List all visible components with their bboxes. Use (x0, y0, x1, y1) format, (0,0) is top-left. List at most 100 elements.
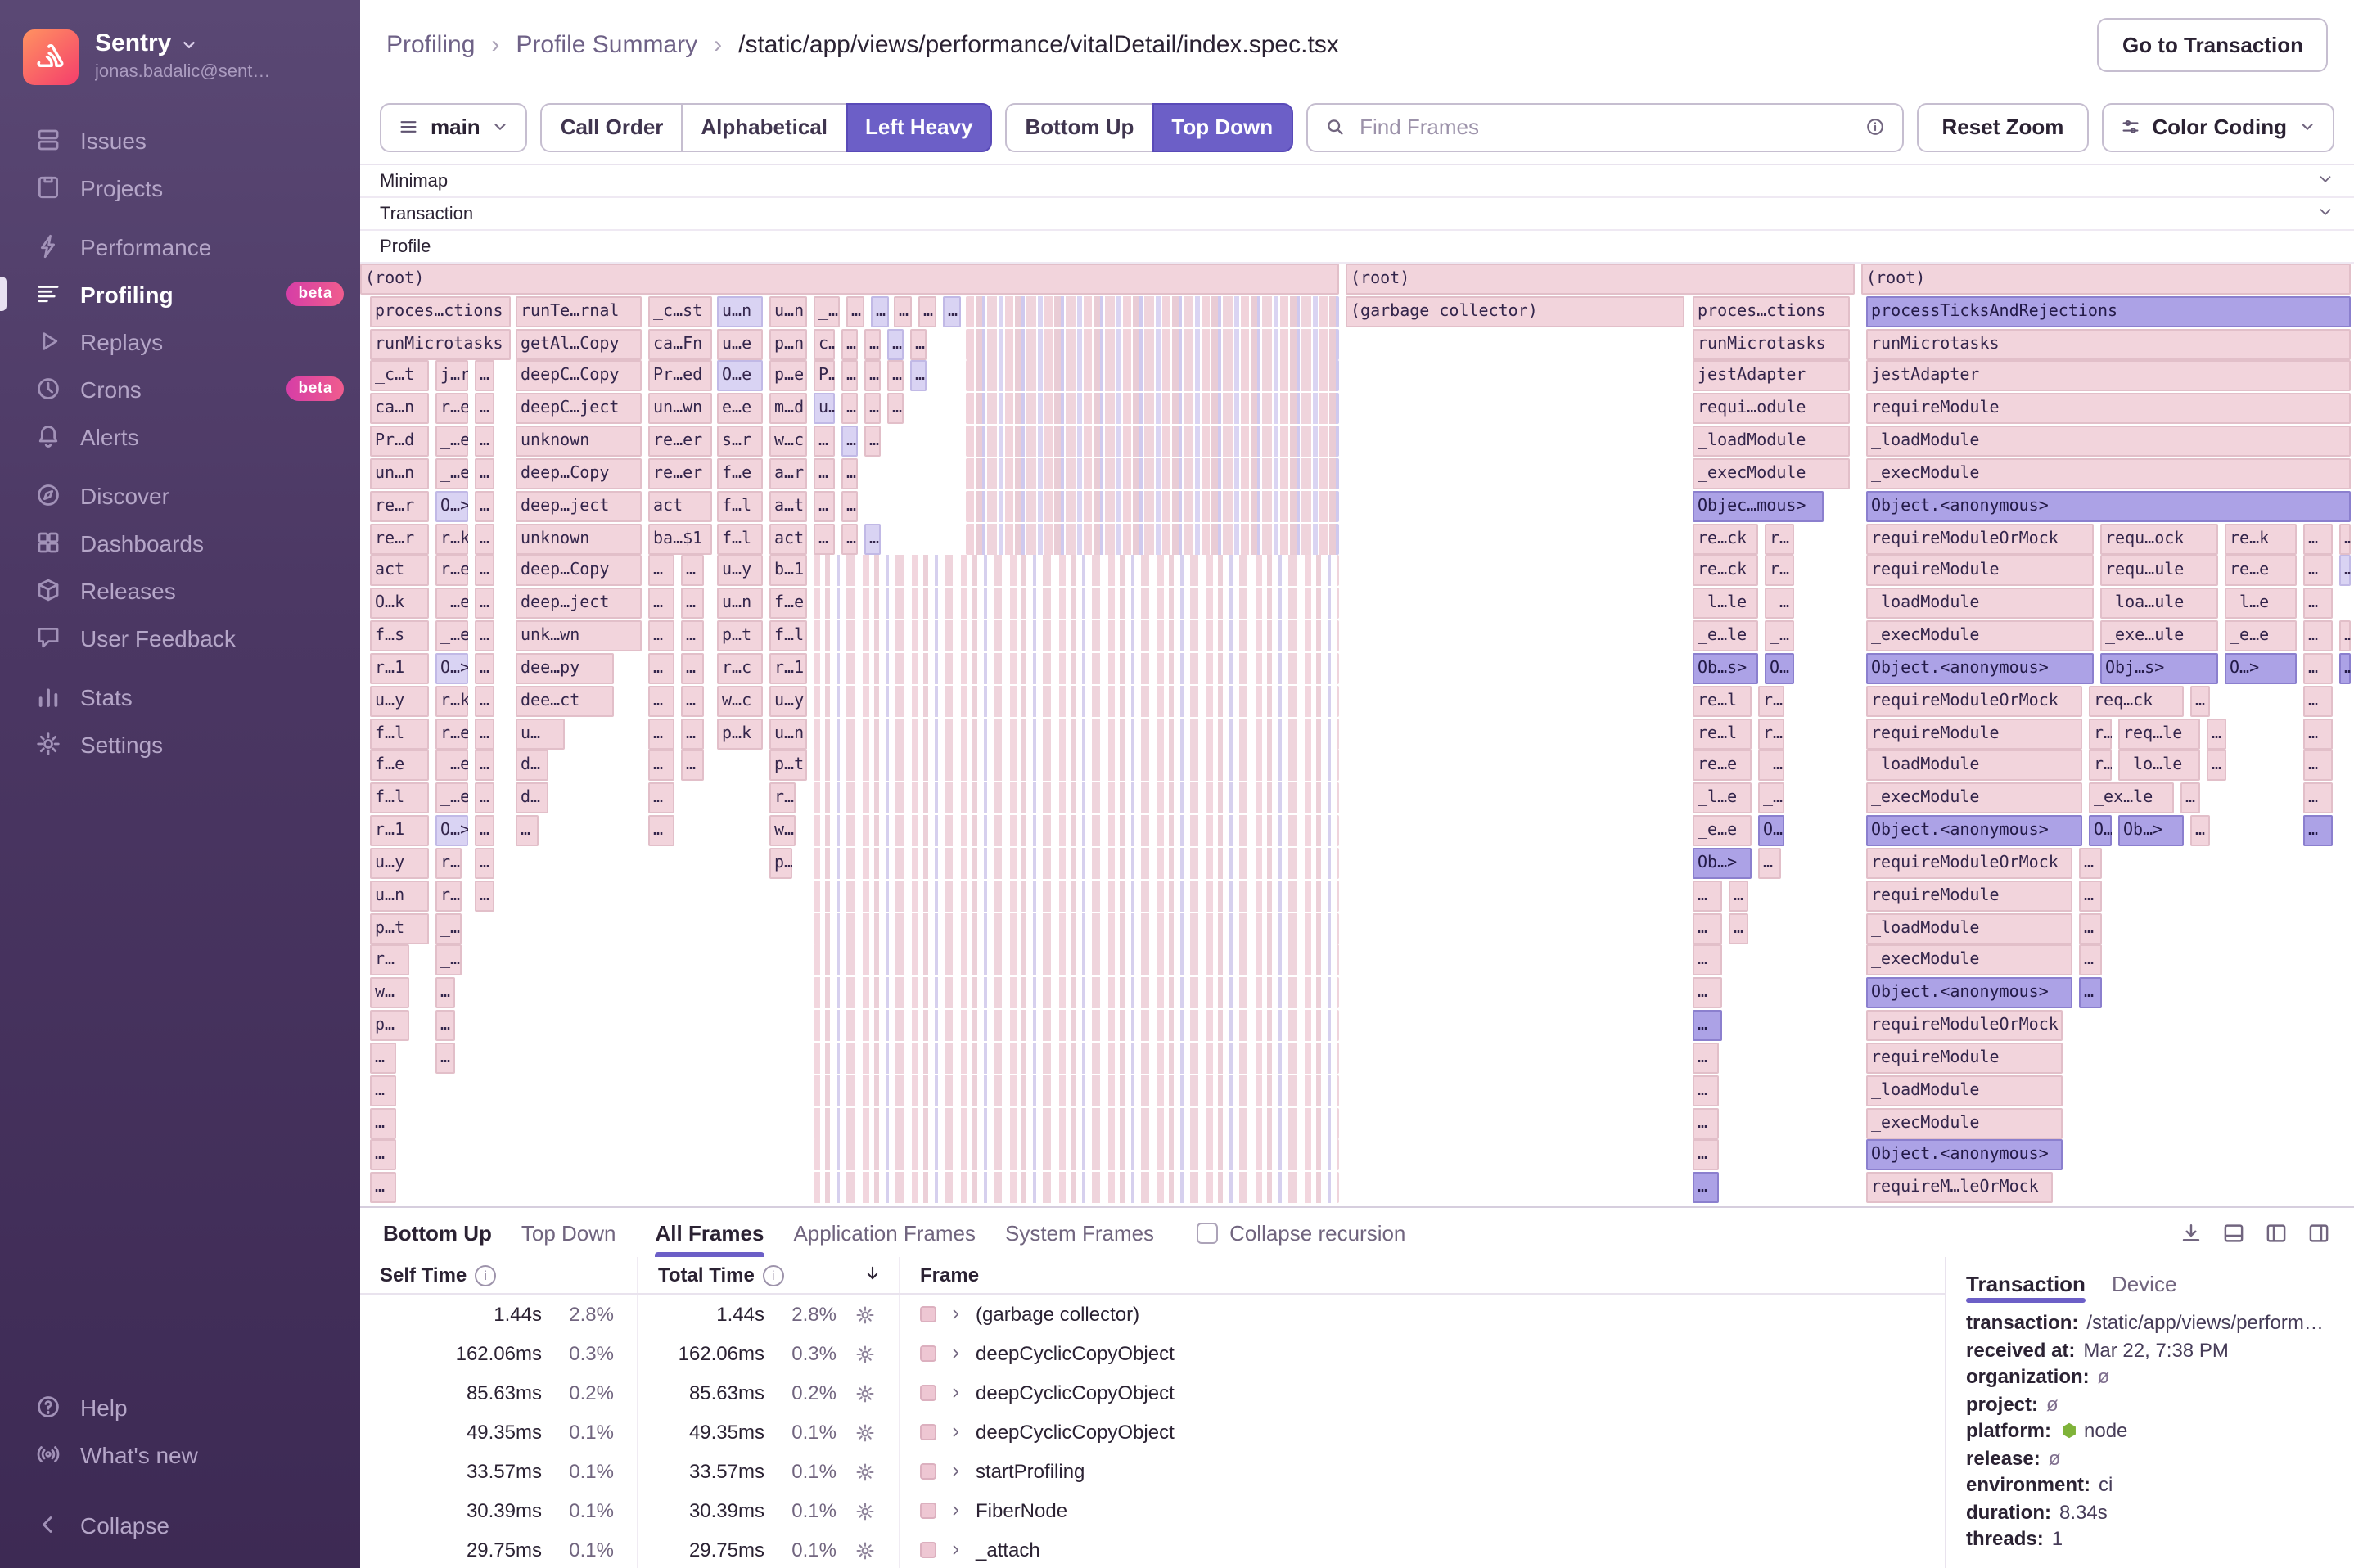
flamegraph-frame[interactable]: … (475, 490, 494, 522)
flamegraph-frame[interactable]: … (475, 880, 494, 912)
flamegraph-frame[interactable]: u…y (717, 555, 763, 587)
flamegraph-frame[interactable]: (root) (360, 264, 1339, 295)
flamegraph-frame[interactable]: req…ck (2089, 685, 2184, 717)
flamegraph-frame[interactable]: u…n (769, 718, 807, 750)
flamegraph-frame[interactable]: _loadModule (1866, 588, 2094, 620)
flamegraph-frame[interactable]: runMicrotasks (1866, 328, 2351, 360)
flamegraph-frame[interactable]: … (475, 750, 494, 782)
flamegraph-frame[interactable]: … (2303, 652, 2333, 684)
flamegraph-frame[interactable]: … (943, 295, 961, 327)
flamegraph-frame[interactable]: … (435, 977, 455, 1009)
flamegraph-frame[interactable]: … (475, 588, 494, 620)
sidebar-item-help[interactable]: Help (0, 1383, 360, 1431)
flamegraph-frame[interactable]: act (370, 555, 429, 587)
flamegraph-frame[interactable]: _loadModule (1866, 426, 2351, 457)
flamegraph-frame[interactable]: … (475, 620, 494, 652)
flamegraph-frame[interactable]: r… (435, 847, 462, 879)
flamegraph-frame[interactable]: r… (435, 880, 462, 912)
flamegraph-frame[interactable]: r…e (435, 555, 468, 587)
flamegraph-frame[interactable]: r…k (435, 685, 468, 717)
flamegraph-frame[interactable]: r… (370, 944, 409, 976)
sidebar-item-stats[interactable]: Stats (0, 673, 360, 720)
flamegraph-frame[interactable]: _l…e (1693, 782, 1752, 814)
flamegraph-frame[interactable]: requireModule (1866, 1042, 2063, 1074)
flamegraph-frame[interactable]: … (910, 328, 927, 360)
flamegraph-frame[interactable]: … (814, 457, 835, 489)
flamegraph-frame[interactable]: dee…py (516, 652, 614, 684)
flamegraph-frame[interactable]: r…e (435, 393, 468, 425)
flamegraph-frame[interactable]: Object.<anonymous> (1866, 490, 2351, 522)
flamegraph-frame[interactable]: … (681, 652, 704, 684)
flamegraph-frame[interactable]: _loadModule (1866, 912, 2072, 944)
flamegraph-frame[interactable]: … (516, 815, 539, 847)
flamegraph-frame[interactable]: … (2303, 750, 2333, 782)
table-row[interactable]: 85.63ms 0.2% 85.63ms 0.2% deepCyclicCopyObje… (360, 1373, 1945, 1413)
flamegraph-frame[interactable]: … (841, 328, 858, 360)
flamegraph-frame[interactable]: … (887, 393, 904, 425)
sidebar-item-profiling[interactable]: Profiling beta (0, 270, 360, 318)
flamegraph-frame[interactable]: … (648, 685, 674, 717)
flamegraph-frame[interactable]: … (475, 847, 494, 879)
flamegraph-frame[interactable]: _…e (435, 426, 468, 457)
flamegraph-frame[interactable]: O…> (435, 490, 468, 522)
flamegraph-frame[interactable]: re…e (2225, 555, 2297, 587)
flamegraph-frame[interactable]: … (814, 490, 835, 522)
flamegraph-frame[interactable]: Object.<anonymous> (1866, 815, 2082, 847)
flamegraph-frame[interactable]: O… (1765, 652, 1794, 684)
flamegraph-frame[interactable]: runMicrotasks (1693, 328, 1850, 360)
flamegraph-frame[interactable]: e…e (717, 393, 763, 425)
frame-column-header[interactable]: Frame (900, 1257, 1945, 1293)
flamegraph-frame[interactable]: … (2339, 523, 2351, 555)
flamegraph-frame[interactable]: … (648, 718, 674, 750)
flamegraph-frame[interactable]: p…e (769, 360, 807, 392)
flamegraph-frame[interactable]: _… (1758, 750, 1784, 782)
flamegraph-frame[interactable]: _loadModule (1866, 1075, 2063, 1106)
flamegraph-frame[interactable]: runMicrotasks (370, 328, 511, 360)
flamegraph-frame[interactable]: … (2303, 685, 2333, 717)
details-tab-device[interactable]: Device (2112, 1264, 2177, 1303)
flamegraph-frame[interactable]: O…> (435, 652, 468, 684)
flamegraph-frame[interactable]: unknown (516, 523, 642, 555)
flamegraph-frame[interactable]: u…n (769, 295, 807, 327)
sidebar-item-crons[interactable]: Crons beta (0, 365, 360, 412)
flamegraph-frame[interactable]: p…k (717, 718, 763, 750)
flamegraph-frame[interactable]: … (2303, 815, 2333, 847)
flamegraph-frame[interactable]: u…e (717, 328, 763, 360)
flamegraph-frame[interactable]: … (475, 782, 494, 814)
flamegraph-frame[interactable]: … (1758, 847, 1781, 879)
sidebar-item-issues[interactable]: Issues (0, 116, 360, 164)
flamegraph-frame[interactable]: unk…wn (516, 620, 642, 652)
flamegraph-frame[interactable]: j…r (435, 360, 468, 392)
flamegraph-frame[interactable]: _execModule (1866, 457, 2351, 489)
sidebar-item-user-feedback[interactable]: User Feedback (0, 614, 360, 661)
flamegraph-frame[interactable]: requ…ock (2100, 523, 2218, 555)
flamegraph-frame[interactable]: … (475, 523, 494, 555)
flamegraph-frame[interactable]: … (887, 360, 904, 392)
expand-chevron-icon[interactable] (948, 1306, 964, 1322)
flamegraph-frame[interactable]: f…l (370, 782, 429, 814)
flamegraph-frame[interactable]: O…k (370, 588, 429, 620)
flamegraph-frame[interactable]: _ex…le (2089, 782, 2174, 814)
flamegraph-frame[interactable]: … (2079, 880, 2102, 912)
flamegraph-frame[interactable]: P… (814, 360, 835, 392)
flamegraph-frame[interactable]: … (918, 295, 936, 327)
table-row[interactable]: 30.39ms 0.1% 30.39ms 0.1% FiberNode (360, 1491, 1945, 1530)
flamegraph-frame[interactable]: p… (769, 847, 792, 879)
segment-alphabetical[interactable]: Alphabetical (681, 102, 847, 151)
minimap-section-header[interactable]: Minimap (360, 165, 2354, 198)
flamegraph-frame[interactable]: … (841, 457, 858, 489)
flamegraph-frame[interactable]: requireModuleOrMock (1866, 523, 2094, 555)
table-row[interactable]: 33.57ms 0.1% 33.57ms 0.1% startProfiling (360, 1452, 1945, 1491)
flamegraph-frame[interactable]: … (1729, 880, 1748, 912)
flamegraph-frame[interactable]: … (841, 393, 858, 425)
flamegraph-frame[interactable]: O…> (435, 815, 468, 847)
flamegraph-frame[interactable]: _…e (435, 782, 468, 814)
flamegraph-frame[interactable]: _c…st (648, 295, 712, 327)
flamegraph-frame[interactable]: … (475, 815, 494, 847)
flamegraph-frame[interactable]: _e…le (1693, 620, 1758, 652)
flamegraph-frame[interactable]: a…t (769, 490, 807, 522)
flamegraph-frame[interactable]: r… (2089, 750, 2112, 782)
flamegraph-frame[interactable]: … (846, 295, 864, 327)
flamegraph-frame[interactable]: f…l (717, 490, 763, 522)
download-icon[interactable] (2179, 1220, 2203, 1245)
